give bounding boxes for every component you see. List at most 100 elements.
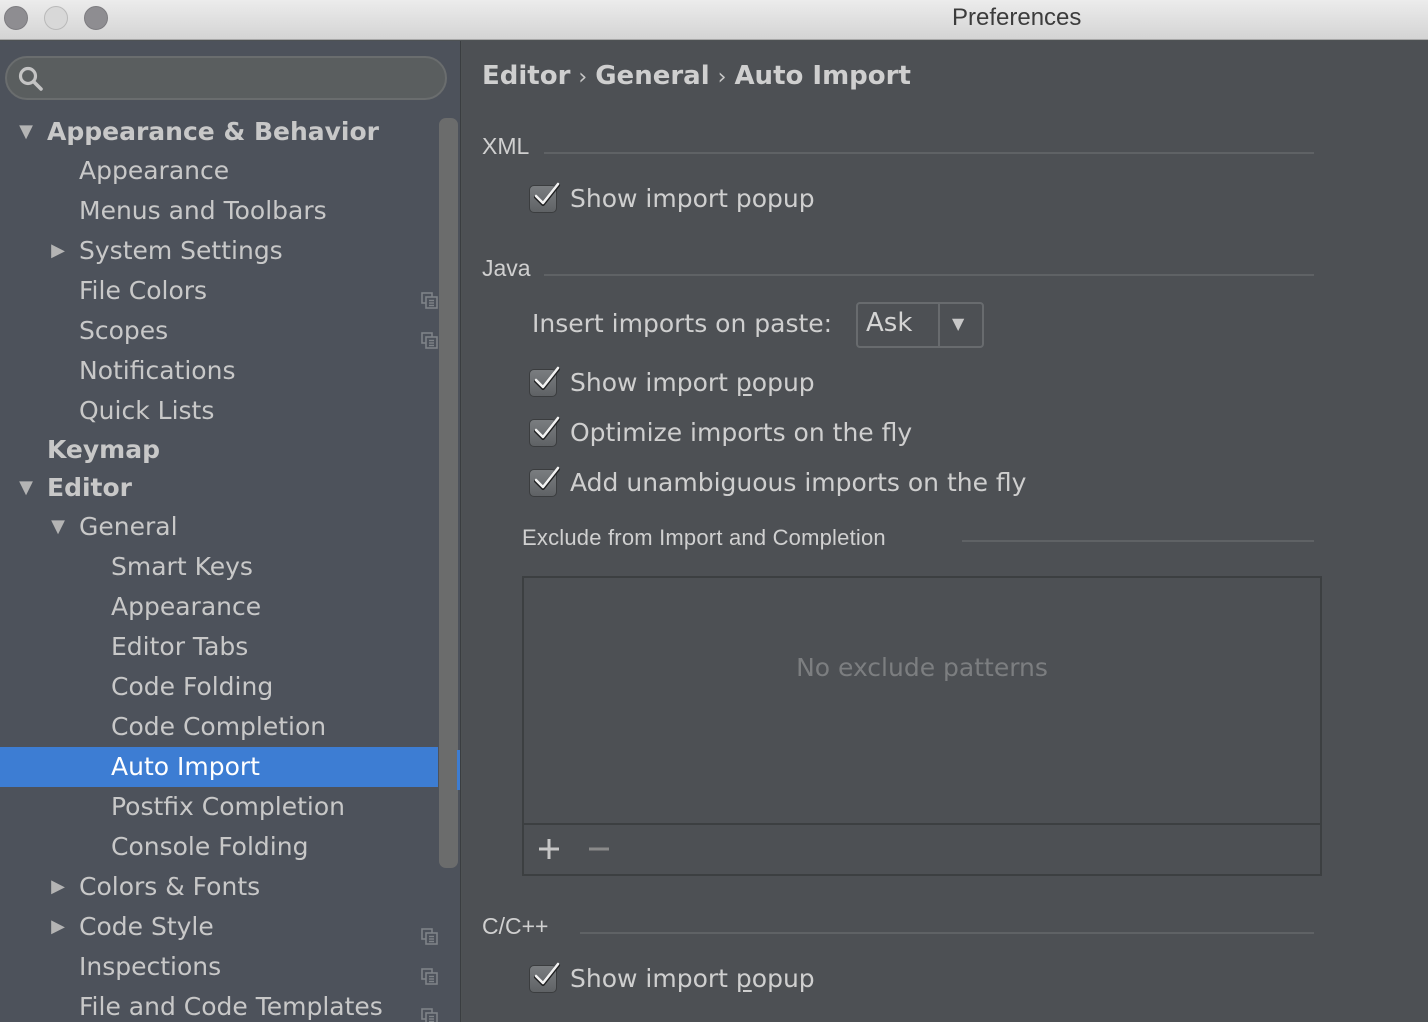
sidebar-item-label: Smart Keys [111, 552, 253, 581]
close-window-button[interactable] [4, 6, 28, 30]
sidebar-item-file-and-code-templates[interactable]: File and Code Templates [0, 987, 438, 1022]
sidebar-item-label: System Settings [79, 236, 283, 265]
checkmark-icon [534, 416, 560, 440]
window-title: Preferences [952, 4, 1082, 31]
checkbox-checked[interactable] [529, 366, 560, 397]
search-icon [18, 66, 43, 91]
sidebar-item-label: Code Style [79, 912, 214, 941]
sidebar-item-code-folding[interactable]: Code Folding [0, 667, 438, 707]
sidebar-item-code-style[interactable]: ▶ Code Style [0, 907, 438, 947]
sidebar-item-menus-and-toolbars[interactable]: Menus and Toolbars [0, 191, 438, 231]
settings-tree: ▼ Appearance & Behavior Appearance Menus an… [0, 113, 438, 1022]
project-level-icon [421, 958, 439, 985]
sidebar-item-label: File Colors [79, 276, 208, 305]
expand-arrow-right-icon[interactable]: ▶ [48, 867, 68, 907]
checkbox-label: Show import popup [570, 184, 815, 213]
settings-sidebar: ▼ Appearance & Behavior Appearance Menus an… [0, 41, 461, 1022]
expand-arrow-down-icon[interactable]: ▼ [16, 113, 36, 151]
minimize-window-button[interactable] [44, 6, 68, 30]
checkmark-icon [534, 466, 560, 490]
project-level-icon [421, 322, 439, 349]
sidebar-item-appearance[interactable]: Appearance [0, 587, 438, 627]
add-icon[interactable] [536, 836, 562, 862]
sidebar-item-keymap[interactable]: Keymap [0, 431, 438, 469]
sidebar-item-inspections[interactable]: Inspections [0, 947, 438, 987]
checkmark-icon [534, 182, 560, 206]
sidebar-item-console-folding[interactable]: Console Folding [0, 827, 438, 867]
label-part: opup [751, 368, 815, 397]
project-level-icon [421, 918, 439, 945]
insert-imports-label: Insert imports on paste: [532, 309, 833, 338]
expand-arrow-down-icon[interactable]: ▼ [16, 469, 36, 507]
label-part: Show import [570, 964, 736, 993]
sidebar-item-label: Auto Import [111, 752, 260, 781]
expand-arrow-down-icon[interactable]: ▼ [48, 507, 68, 547]
java-section-title: Java [482, 255, 531, 281]
expand-arrow-right-icon[interactable]: ▶ [48, 231, 68, 271]
sidebar-item-label: Code Completion [111, 712, 327, 741]
insert-imports-dropdown[interactable]: Ask ▼ [856, 302, 984, 348]
sidebar-item-label: Appearance [111, 592, 262, 621]
checkbox-checked[interactable] [529, 182, 560, 213]
sidebar-item-label: Code Folding [111, 672, 274, 701]
breadcrumb-separator: › [578, 65, 588, 90]
checkbox-checked[interactable] [529, 416, 560, 447]
sidebar-item-colors-fonts[interactable]: ▶ Colors & Fonts [0, 867, 438, 907]
sidebar-item-label: Notifications [79, 356, 236, 385]
checkmark-icon [534, 962, 560, 986]
sidebar-scrollbar-thumb[interactable] [439, 118, 458, 868]
sidebar-item-label: General [79, 512, 178, 541]
sidebar-item-label: Menus and Toolbars [79, 196, 327, 225]
zoom-window-button[interactable] [84, 6, 108, 30]
sidebar-item-scopes[interactable]: Scopes [0, 311, 438, 351]
sidebar-item-label: Quick Lists [79, 396, 215, 425]
settings-search-input[interactable] [5, 56, 447, 100]
settings-content: Editor › General › Auto Import XML Show impo… [462, 41, 1428, 1022]
sidebar-item-auto-import[interactable]: Auto Import [0, 747, 438, 787]
sidebar-item-smart-keys[interactable]: Smart Keys [0, 547, 438, 587]
sidebar-item-appearance[interactable]: Appearance [0, 151, 438, 191]
xml-section-title: XML [482, 133, 530, 159]
cpp-section-title: C/C++ [482, 913, 549, 939]
dropdown-divider [938, 304, 940, 346]
sidebar-item-label: Colors & Fonts [79, 872, 261, 901]
section-divider [544, 274, 1314, 276]
sidebar-item-editor-tabs[interactable]: Editor Tabs [0, 627, 438, 667]
breadcrumb-auto-import: Auto Import [734, 61, 911, 91]
checkbox-label: Optimize imports on the fly [570, 418, 913, 447]
sidebar-item-label: Appearance [79, 156, 230, 185]
sidebar-item-label: Keymap [47, 435, 161, 464]
sidebar-item-quick-lists[interactable]: Quick Lists [0, 391, 438, 431]
label-part: Show import [570, 368, 736, 397]
checkbox-checked[interactable] [529, 962, 560, 993]
sidebar-item-label: Appearance & Behavior [47, 117, 379, 146]
checkbox-label: Show import popup [570, 962, 815, 996]
sidebar-item-system-settings[interactable]: ▶ System Settings [0, 231, 438, 271]
remove-icon[interactable] [586, 836, 612, 862]
label-part: opup [751, 964, 815, 993]
sidebar-item-label: Scopes [79, 316, 169, 345]
title-bar: Preferences [0, 0, 1428, 40]
mnemonic-char: p [735, 964, 752, 993]
dropdown-value: Ask [866, 308, 913, 338]
chevron-down-icon[interactable]: ▼ [952, 314, 964, 333]
sidebar-item-notifications[interactable]: Notifications [0, 351, 438, 391]
sidebar-item-code-completion[interactable]: Code Completion [0, 707, 438, 747]
exclude-section-title: Exclude from Import and Completion [522, 525, 886, 550]
sidebar-item-appearance-behavior[interactable]: ▼ Appearance & Behavior [0, 113, 438, 151]
sidebar-item-label: Editor Tabs [111, 632, 249, 661]
list-toolbar-divider [524, 823, 1320, 825]
sidebar-item-postfix-completion[interactable]: Postfix Completion [0, 787, 438, 827]
section-divider [962, 540, 1314, 542]
checkmark-icon [534, 366, 560, 390]
sidebar-item-general[interactable]: ▼ General [0, 507, 438, 547]
project-level-icon [421, 998, 439, 1022]
sidebar-item-editor[interactable]: ▼ Editor [0, 469, 438, 507]
section-divider [580, 932, 1314, 934]
breadcrumb-general: General [595, 61, 710, 91]
expand-arrow-right-icon[interactable]: ▶ [48, 907, 68, 947]
checkbox-checked[interactable] [529, 466, 560, 497]
exclude-patterns-list[interactable]: No exclude patterns [522, 576, 1322, 876]
checkbox-label: Add unambiguous imports on the fly [570, 468, 1027, 497]
sidebar-item-file-colors[interactable]: File Colors [0, 271, 438, 311]
